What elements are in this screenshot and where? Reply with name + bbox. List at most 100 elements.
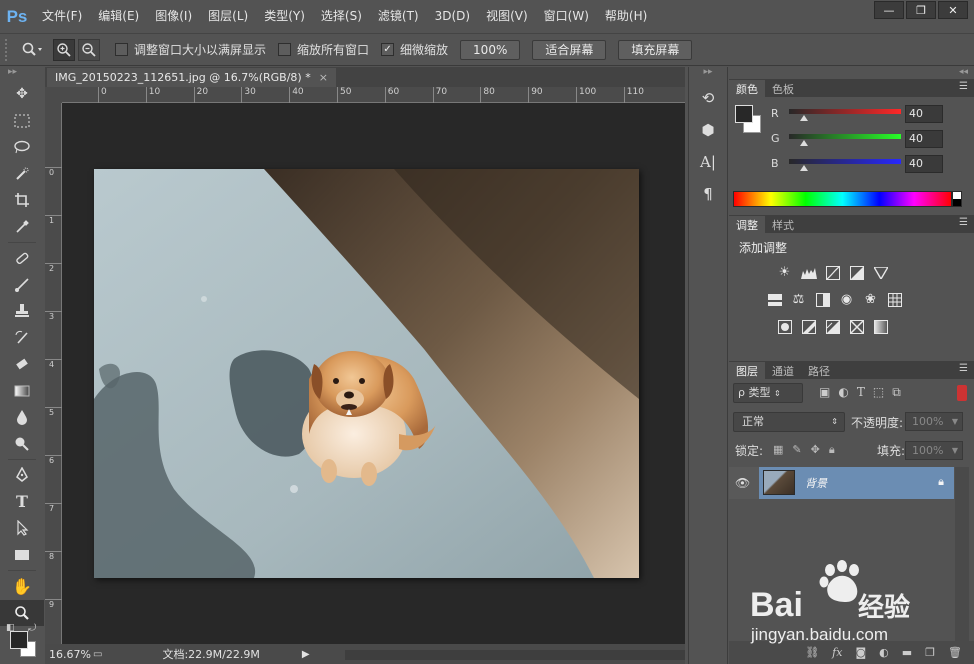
options-grip[interactable] [5, 38, 13, 61]
tools-grip[interactable]: ▸▸ [0, 67, 44, 81]
blue-value-input[interactable]: 40 [905, 155, 943, 173]
tool-preset-picker[interactable] [13, 38, 53, 62]
menu-filter[interactable]: 滤镜(T) [370, 0, 427, 33]
ruler-origin[interactable] [45, 87, 62, 103]
menu-file[interactable]: 文件(F) [34, 0, 90, 33]
posterize-icon[interactable] [799, 317, 818, 336]
adjustment-filter-icon[interactable]: ◐ [838, 385, 848, 400]
red-value-input[interactable]: 40 [905, 105, 943, 123]
opacity-input[interactable]: 100% ▼ [905, 412, 963, 431]
tab-styles[interactable]: 样式 [765, 216, 801, 233]
blue-slider-thumb[interactable] [800, 165, 808, 171]
fit-screen-button[interactable]: 适合屏幕 [532, 39, 607, 60]
marquee-tool[interactable] [0, 108, 44, 135]
zoom-all-option[interactable]: 缩放所有窗口 [278, 41, 369, 58]
layer-filter-select[interactable]: ρ 类型 ⇕ [733, 383, 803, 403]
move-tool[interactable]: ✥ [0, 81, 44, 108]
healing-brush-tool[interactable] [0, 245, 44, 272]
quick-selection-tool[interactable] [0, 161, 44, 188]
chevron-down-icon[interactable]: ▼ [952, 442, 958, 459]
photo-filter-icon[interactable]: ◉ [837, 290, 856, 309]
zoom-all-checkbox[interactable] [278, 43, 292, 56]
adjustments-panel-menu-icon[interactable]: ☰ [959, 217, 968, 228]
menu-layer[interactable]: 图层(L) [200, 0, 256, 33]
clone-stamp-tool[interactable] [0, 298, 44, 325]
crop-tool[interactable] [0, 187, 44, 214]
foreground-color-swatch[interactable] [10, 631, 28, 649]
layers-scrollbar[interactable] [955, 467, 969, 652]
gradient-tool[interactable] [0, 378, 44, 405]
tab-layers[interactable]: 图层 [729, 362, 765, 379]
type-filter-icon[interactable]: T [857, 385, 865, 400]
vertical-ruler[interactable]: 0 1 2 3 4 5 6 7 8 9 [45, 103, 62, 644]
resize-windows-option[interactable]: 调整窗口大小以满屏显示 [115, 41, 266, 58]
color-panel-menu-icon[interactable]: ☰ [959, 81, 968, 92]
actual-pixels-button[interactable]: 100% [460, 39, 521, 60]
tab-paths[interactable]: 路径 [801, 362, 837, 379]
blur-tool[interactable] [0, 404, 44, 431]
selective-color-icon[interactable] [847, 317, 866, 336]
resize-windows-checkbox[interactable] [115, 43, 128, 56]
scrubby-zoom-checkbox[interactable]: ✓ [381, 43, 395, 56]
character-panel-button[interactable]: A| [689, 149, 727, 175]
horizontal-ruler[interactable]: 0 10 20 30 40 50 60 70 80 90 100 110 [62, 87, 685, 103]
minimize-button[interactable]: — [874, 1, 904, 19]
layer-row-selected[interactable]: 背景 🔒︎ [759, 467, 954, 499]
green-value-input[interactable]: 40 [905, 130, 943, 148]
black-white-icon[interactable] [813, 290, 832, 309]
tab-color[interactable]: 颜色 [729, 80, 765, 97]
document-photo[interactable] [94, 169, 639, 578]
layers-panel-menu-icon[interactable]: ☰ [959, 363, 968, 374]
levels-icon[interactable] [799, 263, 818, 282]
lasso-tool[interactable] [0, 134, 44, 161]
scrubby-zoom-option[interactable]: ✓ 细微缩放 [381, 41, 448, 58]
menu-image[interactable]: 图像(I) [147, 0, 200, 33]
threshold-icon[interactable] [823, 317, 842, 336]
exposure-icon[interactable] [847, 263, 866, 282]
swap-colors-icon[interactable]: ⤾ [28, 623, 36, 634]
hand-tool[interactable]: ✋ [0, 573, 44, 600]
blend-mode-select[interactable]: 正常 ⇕ [733, 412, 845, 432]
tab-adjustments[interactable]: 调整 [729, 216, 765, 233]
dock-grip[interactable]: ▸▸ [689, 67, 727, 79]
menu-window[interactable]: 窗口(W) [536, 0, 597, 33]
fill-screen-button[interactable]: 填充屏幕 [618, 39, 693, 60]
brightness-contrast-icon[interactable]: ☀ [775, 263, 794, 282]
color-panel-foreground-swatch[interactable] [735, 105, 753, 123]
lock-all-icon[interactable]: 🔒︎ [829, 443, 835, 457]
color-lookup-icon[interactable] [885, 290, 904, 309]
menu-view[interactable]: 视图(V) [478, 0, 536, 33]
layer-row-background[interactable]: 👁︎ 背景 🔒︎ [729, 467, 954, 499]
eyedropper-tool[interactable] [0, 214, 44, 241]
zoom-level[interactable]: 16.67% [45, 648, 93, 661]
zoom-out-button[interactable] [78, 38, 100, 61]
invert-icon[interactable] [775, 317, 794, 336]
tab-swatches[interactable]: 色板 [765, 80, 801, 97]
color-spectrum-bar[interactable] [733, 191, 952, 207]
blue-slider-track[interactable] [789, 159, 901, 164]
green-slider-track[interactable] [789, 134, 901, 139]
menu-type[interactable]: 类型(Y) [256, 0, 313, 33]
eye-icon[interactable]: 👁︎ [735, 476, 750, 490]
fill-input[interactable]: 100% ▼ [905, 441, 963, 460]
menu-select[interactable]: 选择(S) [313, 0, 370, 33]
chevron-down-icon[interactable]: ▼ [952, 413, 958, 430]
close-document-icon[interactable]: × [319, 71, 328, 84]
history-brush-tool[interactable] [0, 325, 44, 352]
document-tab[interactable]: IMG_20150223_112651.jpg @ 16.7%(RGB/8) *… [47, 68, 336, 87]
status-menu-arrow[interactable]: ▶ [302, 649, 310, 660]
lock-image-icon[interactable]: ✎ [792, 443, 801, 457]
shape-filter-icon[interactable]: ⬚ [873, 385, 884, 400]
green-slider-thumb[interactable] [800, 140, 808, 146]
red-slider-track[interactable] [789, 109, 901, 114]
color-balance-icon[interactable]: ⚖ [789, 290, 808, 309]
vibrance-icon[interactable] [871, 263, 890, 282]
zoom-preview-icon[interactable]: ▭ [93, 649, 102, 660]
panels-grip[interactable]: ◂◂ [729, 67, 974, 79]
path-selection-tool[interactable] [0, 515, 44, 542]
eraser-tool[interactable] [0, 351, 44, 378]
black-white-swatch[interactable] [952, 191, 962, 207]
layer-filter-toggle[interactable] [957, 385, 967, 401]
restore-button[interactable]: ❐ [906, 1, 936, 19]
pixel-filter-icon[interactable]: ▣ [819, 385, 830, 400]
